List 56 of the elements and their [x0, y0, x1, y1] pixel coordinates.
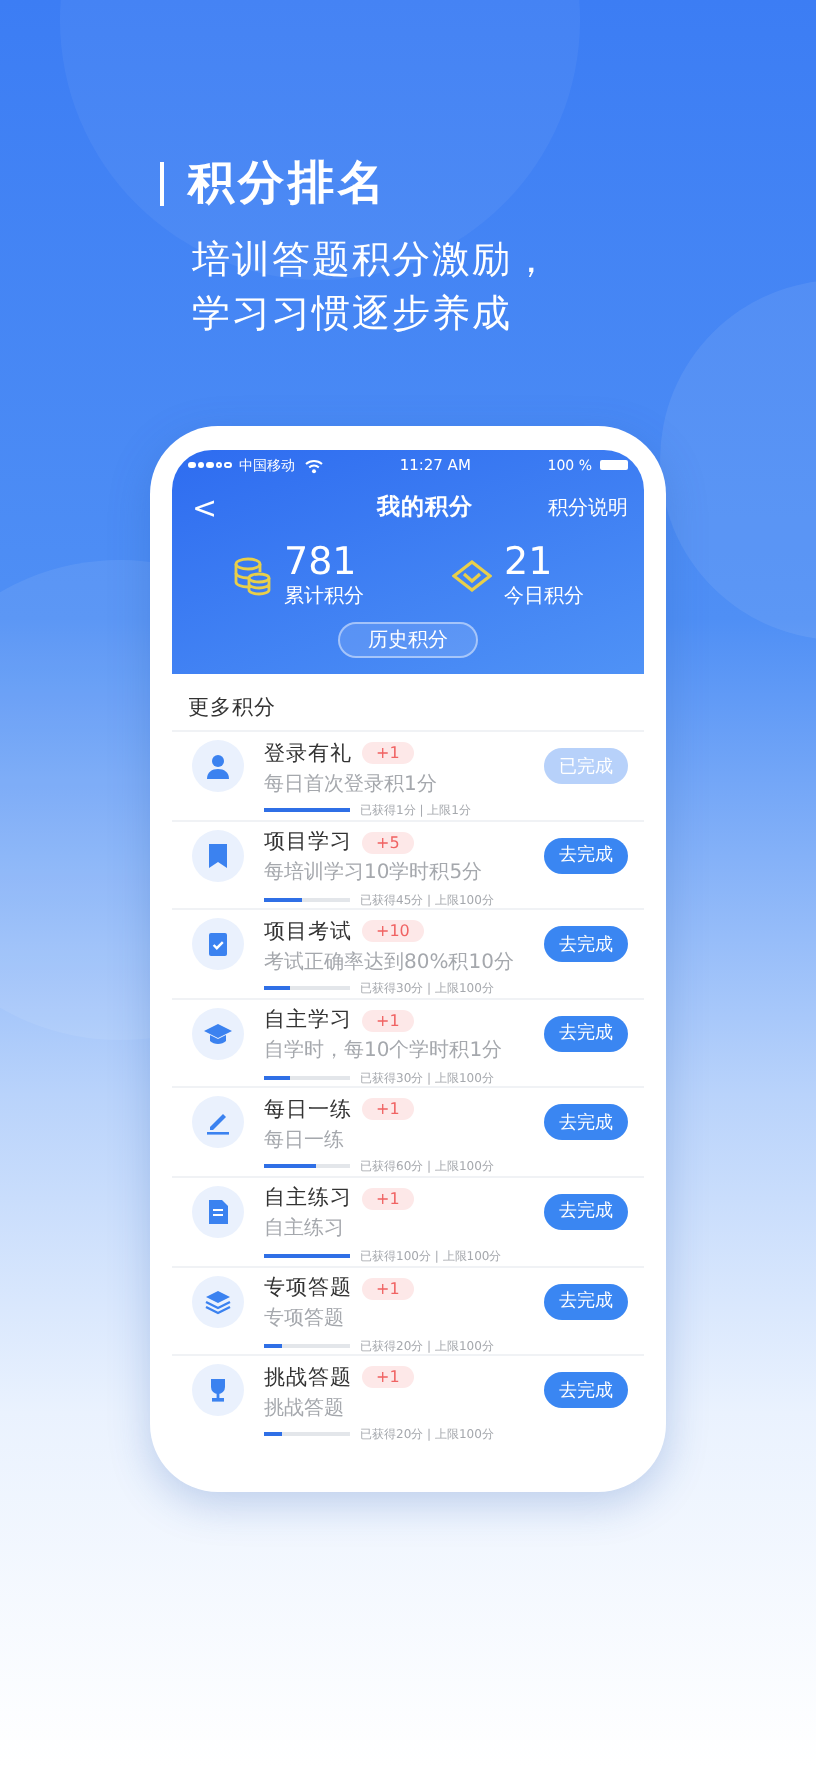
- task-title: 每日一练: [264, 1095, 352, 1124]
- points-tag: +1: [362, 1098, 414, 1121]
- complete-button[interactable]: 去完成: [544, 1193, 628, 1230]
- task-title: 登录有礼: [264, 739, 352, 767]
- page-title: 我的积分: [374, 492, 473, 522]
- task-description: 每培训学习10学时积5分: [264, 859, 485, 887]
- coins-icon: [232, 556, 272, 596]
- task-description: 挑战答题: [264, 1395, 346, 1422]
- points-tag: +5: [362, 831, 414, 854]
- task-title: 项目学习: [264, 828, 352, 857]
- task-icon: [192, 1185, 244, 1238]
- task-title: 挑战答题: [264, 1363, 352, 1392]
- task-title: 专项答题: [264, 1274, 352, 1303]
- complete-button[interactable]: 去完成: [544, 1015, 628, 1052]
- points-value: 21: [504, 542, 555, 582]
- history-button[interactable]: 历史积分: [338, 622, 478, 658]
- diamond-icon: [452, 560, 492, 592]
- back-button[interactable]: <: [188, 489, 222, 525]
- battery-icon: [599, 460, 628, 470]
- subtitle-text: 学习习惯逐步养成: [190, 290, 514, 340]
- task-title: 自主练习: [264, 1184, 352, 1213]
- rules-link[interactable]: 积分说明: [547, 493, 628, 521]
- task-icon: [192, 740, 244, 792]
- complete-button[interactable]: 去完成: [544, 1104, 628, 1141]
- complete-button[interactable]: 去完成: [544, 837, 628, 874]
- complete-button[interactable]: 去完成: [544, 1283, 628, 1320]
- subtitle-text: 培训答题积分激励，: [190, 236, 554, 286]
- points-tag: +1: [362, 1187, 414, 1210]
- task-title: 项目考试: [264, 917, 352, 946]
- complete-button[interactable]: 去完成: [544, 926, 628, 963]
- points-tag: +10: [362, 920, 424, 943]
- task-icon: [192, 1007, 244, 1060]
- task-description: 自学时，每10个学时积1分: [264, 1037, 505, 1065]
- task-icon: [192, 1364, 244, 1417]
- task-description: 每日首次登录积1分: [264, 771, 439, 797]
- points-tag: +1: [362, 742, 414, 764]
- task-description: 每日一练: [264, 1127, 346, 1154]
- points-label: 累计积分: [284, 583, 364, 610]
- task-icon: [192, 1275, 244, 1328]
- points-label: 今日积分: [504, 584, 584, 610]
- headline: 积分排名: [188, 156, 388, 214]
- task-description: 自主练习: [264, 1215, 346, 1243]
- points-tag: +1: [362, 1009, 414, 1032]
- task-title: 自主学习: [264, 1006, 352, 1035]
- task-icon: [192, 1096, 244, 1149]
- task-icon: [192, 829, 244, 882]
- section-title: 更多积分: [186, 694, 278, 724]
- points-tag: +1: [362, 1366, 414, 1389]
- points-tag: +1: [362, 1277, 414, 1300]
- points-value: 781: [284, 542, 359, 582]
- wifi-icon: [303, 457, 323, 473]
- task-description: 考试正确率达到80%积10分: [264, 949, 516, 976]
- task-description: 专项答题: [264, 1305, 346, 1333]
- complete-button[interactable]: 去完成: [544, 1372, 628, 1409]
- task-icon: [192, 918, 244, 971]
- signal-icon: [188, 461, 231, 469]
